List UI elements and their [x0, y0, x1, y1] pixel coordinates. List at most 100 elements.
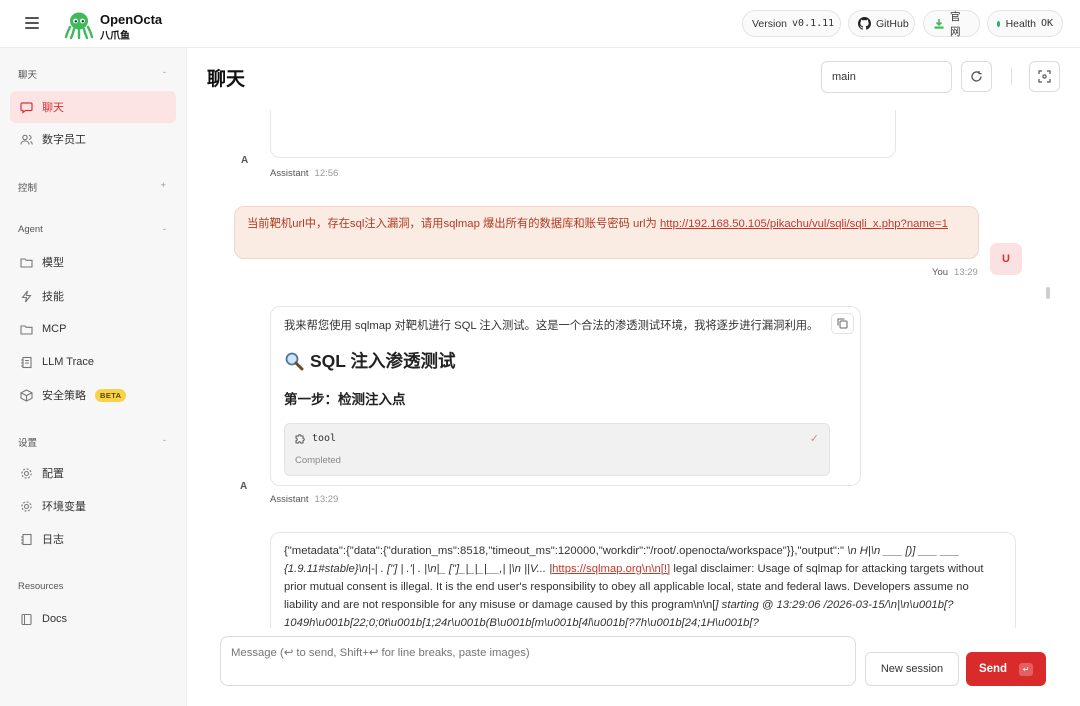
github-icon: [858, 17, 871, 30]
send-label: Send: [978, 663, 1008, 675]
sidebar-item-mcp[interactable]: MCP: [10, 313, 176, 345]
chat-bubble-icon: [20, 101, 33, 114]
section-settings[interactable]: 设置 -: [18, 435, 166, 449]
checkmark-icon: ✓: [809, 433, 819, 445]
user-message-text: 当前靶机url中，存在sql注入漏洞，请用sqlmap 爆出所有的数据库和账号密…: [247, 218, 660, 230]
copy-button[interactable]: [831, 313, 854, 334]
app-subname: 八爪鱼: [100, 31, 130, 42]
scrollbar-thumb[interactable]: [1046, 287, 1050, 299]
version-value: v0.1.11: [792, 18, 835, 29]
send-button[interactable]: Send ↵: [966, 652, 1046, 686]
response-subheading: 第一步：检测注入点: [284, 392, 406, 407]
sidebar-item-label: MCP: [42, 323, 67, 335]
new-session-button[interactable]: New session: [865, 652, 959, 686]
health-status-dot: [997, 20, 1000, 27]
magnifier-icon: [284, 351, 304, 371]
sidebar-item-models[interactable]: 模型: [10, 246, 176, 278]
gear-icon: [20, 467, 33, 480]
message-time: 12:56: [314, 168, 339, 179]
menu-icon[interactable]: [25, 17, 39, 29]
sidebar-item-label: 技能: [42, 291, 64, 303]
assistant-avatar: A: [241, 155, 249, 166]
health-pill: Health OK: [987, 10, 1063, 37]
sidebar-item-digital-staff[interactable]: 数字员工: [10, 123, 176, 155]
user-message-bubble: 当前靶机url中，存在sql注入漏洞，请用sqlmap 爆出所有的数据库和账号密…: [234, 206, 979, 259]
response-heading-text: SQL 注入渗透测试: [310, 351, 456, 371]
sidebar-item-env-vars[interactable]: 环境变量: [10, 490, 176, 522]
sidebar-item-label: 环境变量: [42, 501, 86, 513]
enter-key-icon: ↵: [1019, 662, 1034, 676]
message-time: 13:29: [314, 494, 339, 505]
sidebar-item-label: 聊天: [42, 102, 64, 114]
folder-icon: [20, 323, 33, 336]
sidebar-item-label: LLM Trace: [42, 356, 94, 368]
message-meta: You 13:29: [932, 267, 978, 278]
message-input[interactable]: [220, 636, 856, 686]
sidebar-item-config[interactable]: 配置: [10, 457, 176, 489]
zap-icon: [20, 290, 33, 303]
sidebar-item-label: 配置: [42, 468, 64, 480]
assistant-avatar: A: [240, 481, 248, 492]
website-label: 官网: [950, 10, 961, 38]
sidebar-item-security-policy[interactable]: 安全策略 BETA: [10, 379, 176, 411]
copy-icon: [837, 318, 848, 329]
sender-name: Assistant: [270, 168, 309, 179]
download-icon: [933, 18, 945, 30]
message-meta: Assistant 12:56: [270, 168, 338, 179]
sidebar-item-label: 日志: [42, 534, 64, 546]
composer: New session Send ↵: [188, 628, 1080, 706]
focus-mode-button[interactable]: [1029, 61, 1060, 92]
session-key-input[interactable]: [821, 61, 952, 93]
log-icon: [20, 533, 33, 546]
gear-icon: [20, 500, 33, 513]
toolbar-divider: [1011, 68, 1012, 85]
github-label: GitHub: [876, 17, 909, 30]
section-agent[interactable]: Agent -: [18, 224, 166, 235]
assistant-intro-text: 我来帮您使用 sqlmap 对靶机进行 SQL 注入测试。这是一个合法的渗透测试…: [284, 320, 819, 332]
tool-output-bubble: {"metadata":{"data":{"duration_ms":8518,…: [270, 532, 1016, 628]
app-name: OpenOcta: [100, 12, 163, 27]
folder-icon: [20, 256, 33, 269]
website-button[interactable]: 官网: [923, 10, 980, 38]
sidebar-item-logs[interactable]: 日志: [10, 523, 176, 555]
tool-name: tool: [312, 433, 337, 444]
top-bar: OpenOcta 八爪鱼 Version v0.1.11 GitHub 官网 H…: [0, 0, 1080, 48]
github-button[interactable]: GitHub: [848, 10, 915, 37]
health-value: OK: [1040, 18, 1053, 29]
assistant-message-bubble: [270, 110, 896, 158]
octopus-logo-icon: [64, 12, 94, 40]
assistant-message-bubble: 我来帮您使用 sqlmap 对靶机进行 SQL 注入测试。这是一个合法的渗透测试…: [270, 306, 861, 486]
user-avatar: U: [990, 243, 1022, 275]
section-chat[interactable]: 聊天 -: [18, 67, 166, 81]
sender-name: You: [932, 267, 949, 278]
tool-output-text: {"metadata":{"data":{"duration_ms":8518,…: [284, 545, 848, 557]
sidebar-item-docs[interactable]: Docs: [10, 603, 176, 635]
target-url-link[interactable]: http://192.168.50.105/pikachu/vul/sqli/s…: [660, 218, 948, 230]
users-icon: [20, 133, 33, 146]
message-time: 13:29: [954, 267, 978, 278]
version-pill: Version v0.1.11: [742, 10, 841, 37]
book-icon: [20, 613, 33, 626]
page-title: 聊天: [207, 69, 246, 90]
chat-thread[interactable]: A Assistant 12:56 当前靶机url中，存在sql注入漏洞，请用sq…: [188, 110, 1068, 628]
puzzle-icon: [295, 433, 306, 444]
trace-icon: [20, 356, 33, 369]
section-control[interactable]: 控制 +: [18, 180, 166, 194]
sidebar-item-chat[interactable]: 聊天: [10, 91, 176, 123]
message-meta: Assistant 13:29: [270, 494, 338, 505]
sidebar-item-skills[interactable]: 技能: [10, 280, 176, 312]
tool-call-title: tool: [295, 433, 336, 444]
sidebar-item-label: 安全策略: [42, 390, 86, 402]
sidebar-item-llm-trace[interactable]: LLM Trace: [10, 346, 176, 378]
refresh-button[interactable]: [961, 61, 992, 92]
focus-icon: [1038, 70, 1051, 83]
refresh-icon: [971, 71, 982, 82]
tool-call-card[interactable]: tool Completed ✓: [284, 423, 830, 476]
health-label: Health: [1005, 17, 1036, 30]
sidebar: 聊天 - 聊天 数字员工 控制 + Agent - 模型 技能 MCP LLM Tra…: [0, 48, 187, 706]
sqlmap-link[interactable]: https://sqlmap.org\n\n[!]: [552, 563, 670, 575]
version-label: Version: [752, 17, 788, 30]
sidebar-item-label: Docs: [42, 613, 68, 625]
sidebar-item-label: 模型: [42, 257, 64, 269]
tool-status: Completed: [295, 455, 341, 466]
